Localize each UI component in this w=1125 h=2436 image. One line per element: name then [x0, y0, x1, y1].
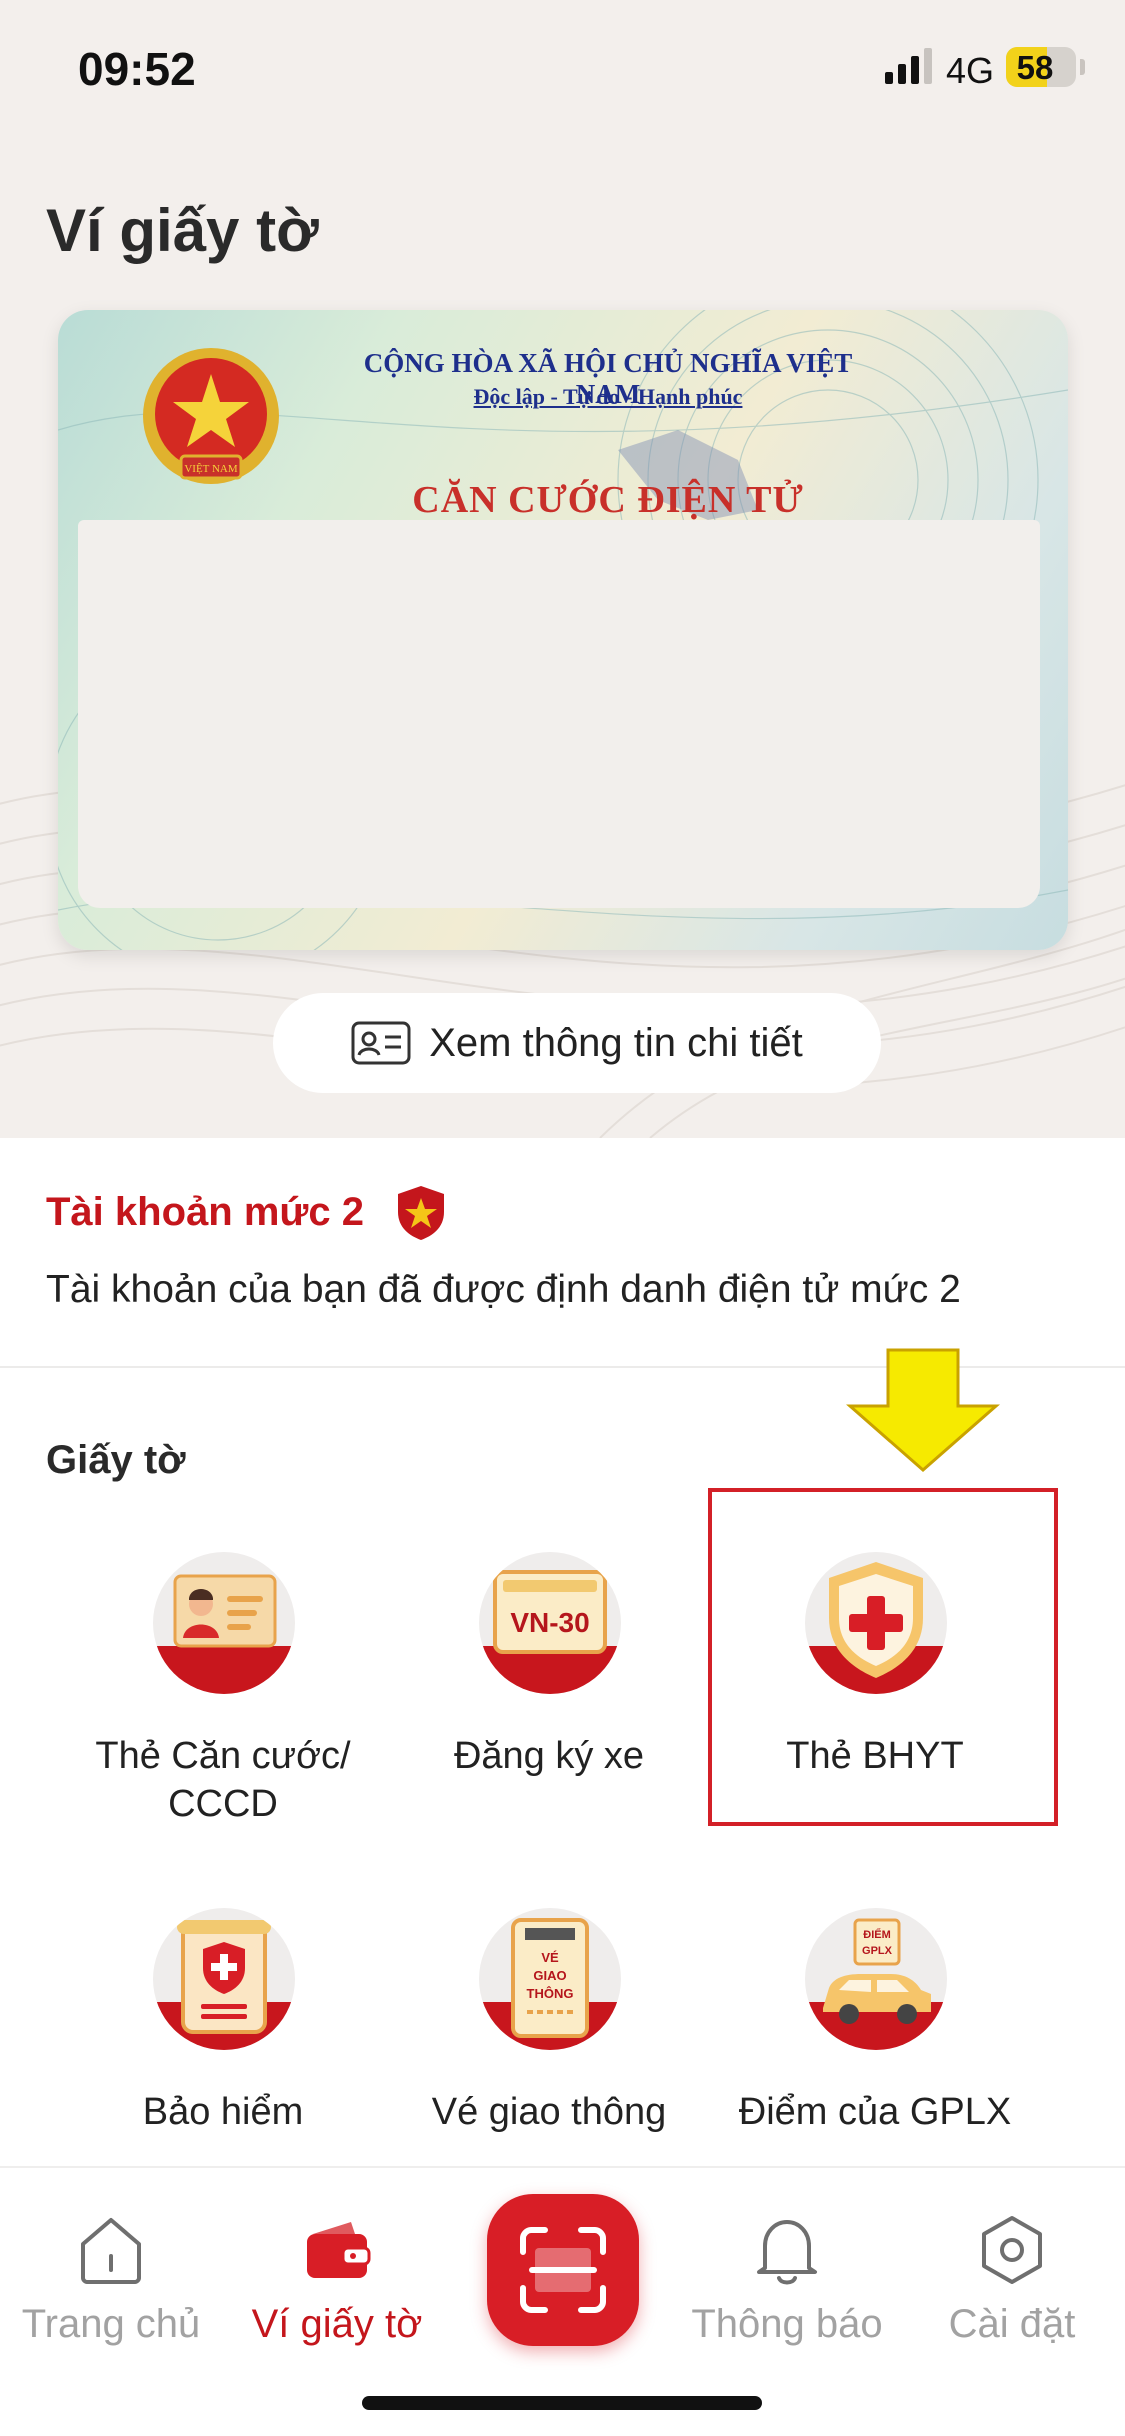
- doc-vehicle-registration-label: Đăng ký xe: [453, 1735, 645, 1777]
- doc-health-insurance-label: Thẻ BHYT: [786, 1735, 964, 1777]
- card-info-redacted: [78, 520, 1040, 908]
- nav-home[interactable]: Trang chủ: [1, 2208, 221, 2348]
- vehicle-plate-icon: VN-30: [479, 1552, 621, 1694]
- doc-traffic-ticket[interactable]: VÉ GIAO THÔNG Vé giao thông: [389, 1908, 709, 2208]
- emblem-text: VIỆT NAM: [184, 463, 237, 475]
- scan-qr-icon: [520, 2227, 606, 2313]
- doc-traffic-ticket-label: Vé giao thông: [431, 2091, 667, 2133]
- shield-star-icon: [398, 1186, 444, 1240]
- home-indicator: [362, 2396, 762, 2410]
- nav-wallet-label: Ví giấy tờ: [251, 2302, 423, 2346]
- driving-license-points-icon: ĐIỂM GPLX: [805, 1908, 947, 2050]
- header-area: 09:52 4G 58 Ví giấy tờ VIỆT NAM CỘNG HÒA…: [0, 0, 1125, 1138]
- scan-qr-button[interactable]: [487, 2194, 639, 2346]
- doc-citizen-card[interactable]: Thẻ Căn cước/ CCCD: [63, 1552, 383, 1852]
- home-icon: [81, 2218, 141, 2284]
- view-details-button[interactable]: Xem thông tin chi tiết: [273, 993, 881, 1093]
- nav-settings[interactable]: Cài đặt: [902, 2208, 1122, 2348]
- traffic-ticket-icon: VÉ GIAO THÔNG: [479, 1908, 621, 2050]
- status-bar: 09:52 4G 58: [0, 0, 1125, 130]
- card-title: CĂN CƯỚC ĐIỆN TỬ: [412, 479, 804, 521]
- network-type: 4G: [946, 50, 995, 91]
- doc-insurance-label: Bảo hiểm: [142, 2091, 304, 2133]
- insurance-document-icon: [153, 1908, 295, 2050]
- documents-title: Giấy tờ: [46, 1438, 186, 1482]
- doc-license-points[interactable]: ĐIỂM GPLX Điểm của GPLX: [715, 1908, 1035, 2208]
- nav-wallet[interactable]: Ví giấy tờ: [227, 2208, 447, 2348]
- plate-text: VN-30: [510, 1607, 589, 1638]
- ticket-text-3: THÔNG: [527, 1986, 574, 2001]
- nav-settings-label: Cài đặt: [948, 2302, 1076, 2346]
- nav-notifications-label: Thông báo: [691, 2302, 883, 2346]
- doc-vehicle-registration[interactable]: VN-30 Đăng ký xe: [389, 1552, 709, 1852]
- doc-citizen-card-label: Thẻ Căn cước/ CCCD: [95, 1735, 351, 1825]
- battery-tip: [1080, 59, 1085, 75]
- nav-notifications[interactable]: Thông báo: [677, 2208, 897, 2348]
- sign-text-2: GPLX: [862, 1945, 893, 1957]
- id-card-icon: [351, 1021, 411, 1065]
- national-emblem-icon: VIỆT NAM: [143, 348, 279, 484]
- id-card[interactable]: VIỆT NAM CỘNG HÒA XÃ HỘI CHỦ NGHĨA VIỆT …: [58, 310, 1068, 950]
- signal-icon: [885, 48, 932, 84]
- account-level-title: Tài khoản mức 2: [46, 1190, 364, 1234]
- battery-icon: 58: [1006, 47, 1076, 87]
- arrow-down-icon: [846, 1348, 1000, 1472]
- account-level-description: Tài khoản của bạn đã được định danh điện…: [46, 1268, 961, 1311]
- account-level-section: Tài khoản mức 2 Tài khoản của bạn đã đượ…: [0, 1138, 1125, 1366]
- doc-health-insurance-card[interactable]: Thẻ BHYT: [715, 1552, 1035, 1852]
- battery-percent: 58: [1016, 49, 1054, 86]
- ticket-text-2: GIAO: [533, 1968, 566, 1983]
- page-title: Ví giấy tờ: [46, 197, 319, 264]
- bell-icon: [757, 2220, 817, 2285]
- citizen-card-icon: [153, 1552, 295, 1694]
- status-time: 09:52: [78, 43, 196, 95]
- doc-license-points-label: Điểm của GPLX: [738, 2091, 1012, 2133]
- doc-insurance[interactable]: Bảo hiểm: [63, 1908, 383, 2208]
- card-motto-text: Độc lập - Tự do - Hạnh phúc: [473, 384, 743, 409]
- sign-text-1: ĐIỂM: [863, 1928, 891, 1941]
- wallet-icon: [307, 2222, 371, 2278]
- ticket-text-1: VÉ: [541, 1950, 559, 1965]
- view-details-label: Xem thông tin chi tiết: [429, 1020, 803, 1065]
- health-insurance-shield-icon: [805, 1552, 947, 1694]
- nav-home-label: Trang chủ: [21, 2302, 201, 2346]
- settings-hex-icon: [982, 2216, 1042, 2284]
